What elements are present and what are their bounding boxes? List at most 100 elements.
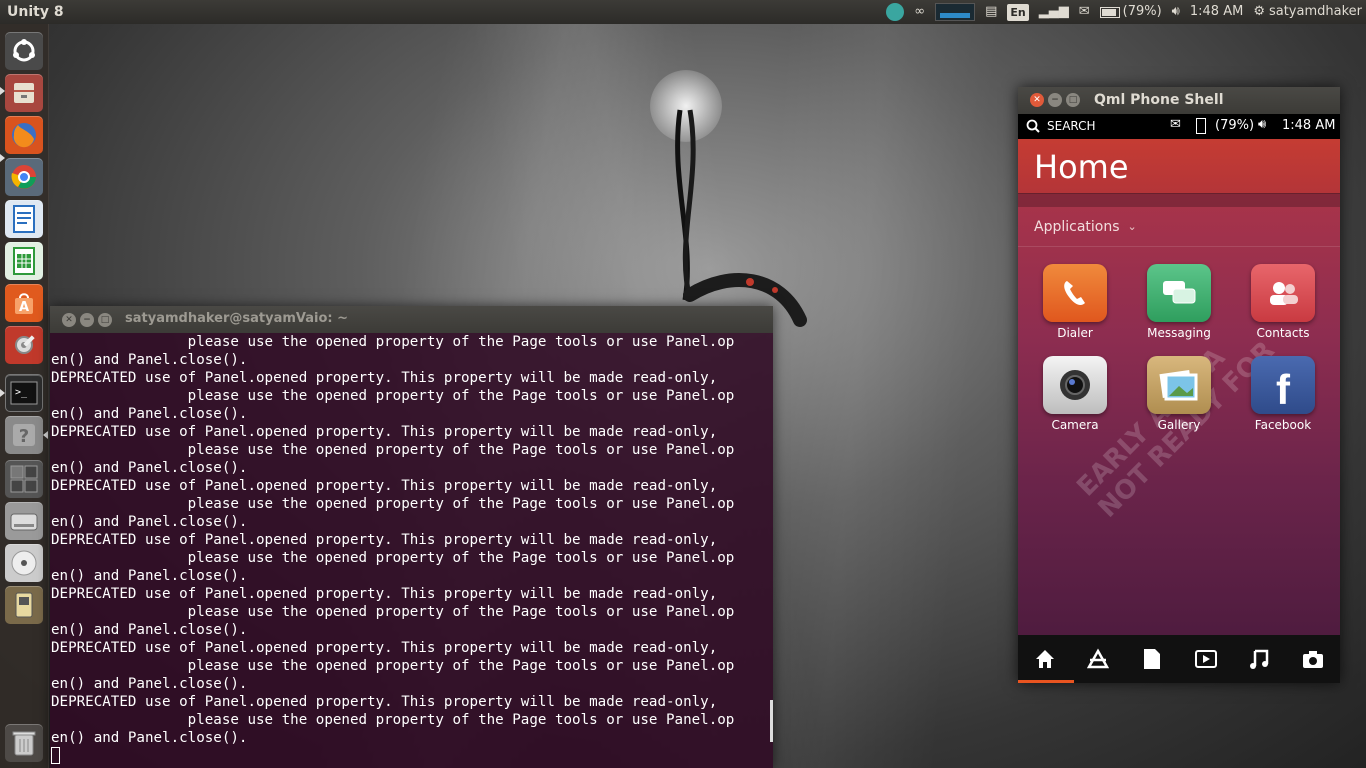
app-label: Dialer [1057,326,1093,340]
terminal-line: en() and Panel.close(). [51,730,248,746]
network-signal-icon[interactable]: ▂▄▆ [1039,4,1069,20]
contacts-icon [1251,264,1315,322]
chat-bubbles-icon [1147,264,1211,322]
launcher-chrome[interactable] [5,158,43,196]
maximize-button[interactable]: □ [98,313,112,327]
top-panel: Unity 8 ∞ ▤ En ▂▄▆ ✉ (79%) 🔊︎ 1:48 AM ⚙ … [0,0,1366,24]
user-name: satyamdhaker [1268,4,1362,19]
files-icon[interactable] [1134,641,1170,677]
launcher-cd-drive[interactable] [5,544,43,582]
launcher-unknown-app[interactable]: ? [5,416,43,454]
launcher-writer[interactable] [5,200,43,238]
terminal-line: en() and Panel.close(). [51,568,248,584]
svg-text:A: A [19,300,29,315]
hard-drive-icon [10,513,38,531]
terminal-icon: >_ [10,381,38,405]
terminal-line: DEPRECATED use of Panel.opened property.… [51,424,718,440]
search-icon [1026,119,1040,133]
apps-icon[interactable] [1080,641,1116,677]
volume-icon: 🔊︎ [1258,117,1267,132]
update-indicator-icon[interactable] [886,3,905,21]
chevron-down-icon: ⌄ [1127,220,1137,233]
launcher-dash-home[interactable] [5,32,43,70]
battery-percent: (79%) [1122,4,1162,19]
mail-icon[interactable]: ✉ [1079,4,1090,20]
phone-bottom-nav [1018,635,1340,683]
launcher-drive[interactable] [5,502,43,540]
minimize-button[interactable]: − [1048,93,1062,107]
launcher-firefox[interactable] [5,116,43,154]
phone-titlebar[interactable]: ✕ − □ Qml Phone Shell [1018,87,1340,114]
terminal-line: please use the opened property of the Pa… [51,658,735,674]
terminal-line: DEPRECATED use of Panel.opened property.… [51,478,718,494]
app-label: Facebook [1254,418,1312,432]
trash-icon [12,731,36,756]
terminal-titlebar[interactable]: ✕ − □ satyamdhaker@satyamVaio: ~ [50,306,773,333]
camera-icon [1043,356,1107,414]
close-button[interactable]: ✕ [1030,93,1044,107]
terminal-window[interactable]: ✕ − □ satyamdhaker@satyamVaio: ~ please … [50,306,773,768]
terminal-line: en() and Panel.close(). [51,352,248,368]
terminal-line: please use the opened property of the Pa… [51,604,735,620]
ubuntu-logo-icon [13,39,35,62]
disc-icon [11,550,37,576]
terminal-line: en() and Panel.close(). [51,514,248,530]
clock[interactable]: 1:48 AM [1190,4,1243,20]
app-messaging[interactable]: Messaging [1134,264,1224,340]
maximize-button[interactable]: □ [1066,93,1080,107]
launcher-trash[interactable] [5,724,43,762]
launcher-software-center[interactable]: A [5,284,43,322]
music-icon[interactable] [1241,641,1277,677]
indicator-area: ∞ ▤ En ▂▄▆ ✉ (79%) 🔊︎ 1:48 AM ⚙ satyamdh… [886,0,1362,24]
launcher-usb-device[interactable] [5,586,43,624]
workspace-icon [10,465,38,493]
svg-text:>_: >_ [15,387,28,398]
app-facebook[interactable]: f Facebook [1238,356,1328,432]
svg-text:?: ? [19,426,29,447]
home-title: Home [1018,139,1340,193]
launcher-files[interactable] [5,74,43,112]
launcher-calc[interactable] [5,242,43,280]
terminal-line: en() and Panel.close(). [51,622,248,638]
terminal-line: please use the opened property of the Pa… [51,388,735,404]
phone-status-bar[interactable]: SEARCH ✉ (79%) 🔊︎ 1:48 AM [1018,114,1340,139]
launcher-workspace-switcher[interactable] [5,460,43,498]
camera-nav-icon[interactable] [1295,641,1331,677]
terminal-line: please use the opened property of the Pa… [51,712,735,728]
wallpaper-cables [675,109,807,327]
system-monitor-graph[interactable] [935,3,976,21]
firefox-icon [12,123,36,148]
search-label[interactable]: SEARCH [1047,119,1096,133]
app-dialer[interactable]: Dialer [1030,264,1120,340]
keyboard-layout-indicator[interactable]: En [1007,3,1029,21]
volume-icon[interactable]: 🔊︎ [1172,4,1180,20]
close-button[interactable]: ✕ [62,313,76,327]
phone-shell-window[interactable]: ✕ − □ Qml Phone Shell SEARCH ✉ (79%) 🔊︎ … [1018,87,1340,683]
gallery-icon [1147,356,1211,414]
app-contacts[interactable]: Contacts [1238,264,1328,340]
window-title: Unity 8 [7,4,64,20]
terminal-line: please use the opened property of the Pa… [51,334,735,350]
launcher-system-settings[interactable] [5,326,43,364]
applications-label: Applications [1034,218,1120,235]
usb-device-icon [15,592,33,618]
session-menu[interactable]: ⚙ satyamdhaker [1253,4,1362,20]
app-camera[interactable]: Camera [1030,356,1120,432]
minimize-button[interactable]: − [80,313,94,327]
infinity-indicator-icon[interactable]: ∞ [914,4,925,20]
app-label: Contacts [1256,326,1310,340]
home-icon[interactable] [1027,641,1063,677]
applications-section-header[interactable]: Applications ⌄ [1018,207,1340,247]
app-gallery[interactable]: Gallery [1134,356,1224,432]
video-icon[interactable] [1188,641,1224,677]
clipboard-icon[interactable]: ▤ [985,4,997,20]
header-divider [1018,193,1340,207]
terminal-output[interactable]: please use the opened property of the Pa… [50,333,773,768]
battery-icon[interactable]: (79%) [1099,4,1162,20]
terminal-line: DEPRECATED use of Panel.opened property.… [51,640,718,656]
terminal-line: DEPRECATED use of Panel.opened property.… [51,532,718,548]
phone-battery-percent: (79%) [1215,118,1255,133]
terminal-scrollbar[interactable] [770,700,773,742]
launcher-terminal[interactable]: >_ [5,374,43,412]
gear-icon: ⚙ [1253,4,1265,19]
